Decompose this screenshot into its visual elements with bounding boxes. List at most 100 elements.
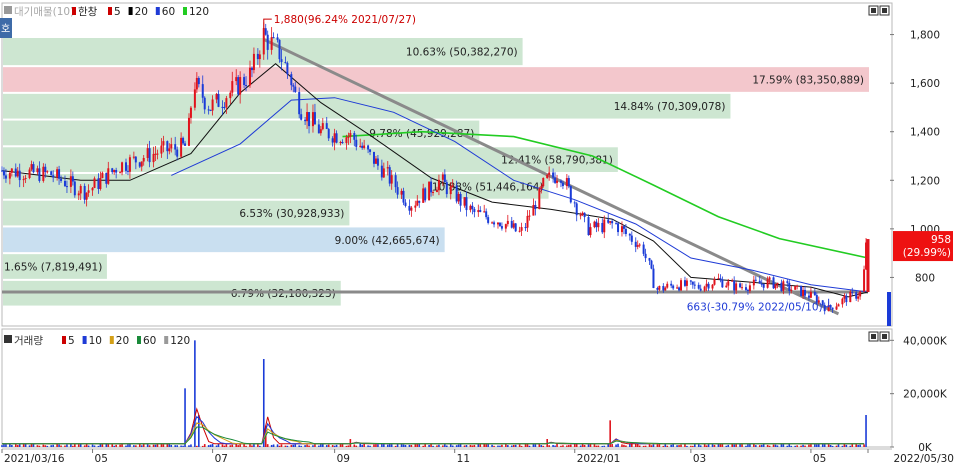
volume-bar (741, 444, 743, 447)
volume-bar (753, 443, 755, 447)
volume-panel (1, 328, 893, 448)
candle (863, 269, 866, 292)
candle (223, 107, 226, 109)
candle (369, 149, 372, 152)
volume-bar (77, 444, 80, 447)
legend-item[interactable]: 60 (162, 6, 175, 18)
volume-title[interactable]: 거래량 (14, 335, 43, 347)
candle (717, 278, 720, 280)
candle (410, 207, 413, 211)
candle (73, 181, 76, 196)
candle (656, 287, 659, 290)
side-tab[interactable]: 호 (0, 18, 12, 38)
candle (24, 177, 27, 180)
volume-bar (314, 444, 316, 447)
volume-bar (694, 444, 696, 447)
volume-bar (32, 444, 35, 447)
y-tick-label: 1,400 (910, 127, 940, 139)
candle (768, 277, 771, 280)
candle (455, 185, 458, 202)
volume-bar (497, 445, 499, 447)
volume-bar (837, 443, 840, 447)
candle (85, 192, 88, 200)
legend-item[interactable]: 5 (68, 335, 75, 347)
volume-y-tick-label: 20,000K (903, 389, 948, 401)
candle (786, 281, 789, 283)
volume-bar (270, 444, 273, 447)
legend-swatch (183, 7, 187, 15)
last-price-change: (29.99%) (903, 247, 951, 259)
legend-swatch (164, 336, 169, 344)
volume-bar (209, 444, 212, 447)
candle (451, 185, 454, 187)
candle (652, 268, 655, 288)
volume-bar (707, 444, 710, 447)
legend-item[interactable]: 60 (143, 335, 156, 347)
candle (685, 280, 688, 286)
volume-bar (650, 445, 653, 447)
candle (1, 170, 3, 172)
legend-item[interactable]: 10 (89, 335, 102, 347)
candle (126, 170, 129, 172)
volume-bar (438, 444, 440, 447)
volume-bar (113, 445, 115, 447)
legend-item[interactable]: 한창 (78, 6, 98, 18)
volume-bar (829, 444, 832, 447)
candle (739, 283, 742, 288)
candle (367, 145, 370, 150)
volume-bar (471, 445, 474, 447)
volume-bar (111, 444, 114, 447)
close-icon-fill (882, 8, 887, 13)
x-tick-label: 2022/05/30 (893, 453, 954, 464)
legend-item[interactable]: 20 (135, 6, 148, 18)
candle (319, 129, 322, 134)
volume-bar (499, 445, 501, 447)
volume-bar (396, 443, 399, 447)
candle (471, 205, 474, 209)
volume-bar (5, 444, 7, 447)
volume-bar (331, 445, 334, 447)
volume-bar (755, 445, 757, 447)
volume-bar (245, 445, 247, 447)
legend-item[interactable]: 20 (116, 335, 129, 347)
indicator-color-swatch (4, 6, 12, 14)
volume-color-swatch (4, 335, 12, 343)
volume-bar (857, 444, 859, 447)
volume-bar (135, 445, 137, 447)
candle (428, 181, 431, 201)
y-tick-label: 1,200 (910, 175, 940, 187)
candle (376, 158, 379, 166)
candle (292, 85, 295, 87)
volume-bar (74, 444, 76, 447)
candle (493, 222, 496, 225)
candle (349, 133, 352, 137)
x-tick-label: 2022/01 (577, 453, 621, 464)
candle (528, 215, 531, 217)
volume-bar (487, 443, 489, 447)
indicator-label[interactable]: 대기매물(10) (14, 6, 74, 18)
volume-bar (790, 445, 793, 447)
volume-bar (355, 445, 358, 447)
volume-bar (479, 444, 482, 447)
volume-bar (808, 444, 810, 447)
candle (664, 287, 667, 291)
legend-item[interactable]: 120 (170, 335, 190, 347)
candle (746, 289, 749, 291)
candle (776, 282, 779, 285)
candle (113, 170, 116, 173)
candle (414, 205, 417, 208)
candle (187, 117, 190, 146)
volume-bar (810, 444, 812, 447)
side-tab-label[interactable]: 호 (1, 23, 10, 35)
candle (97, 178, 100, 189)
volume-bar (404, 445, 407, 447)
legend-item[interactable]: 5 (114, 6, 121, 18)
volume-bar (38, 445, 41, 447)
volume-bar (66, 444, 68, 447)
legend-item[interactable]: 120 (189, 6, 209, 18)
candle (485, 211, 488, 218)
volume-bar (280, 444, 283, 447)
candle (16, 170, 19, 177)
candle (294, 86, 297, 93)
candle (506, 220, 509, 225)
